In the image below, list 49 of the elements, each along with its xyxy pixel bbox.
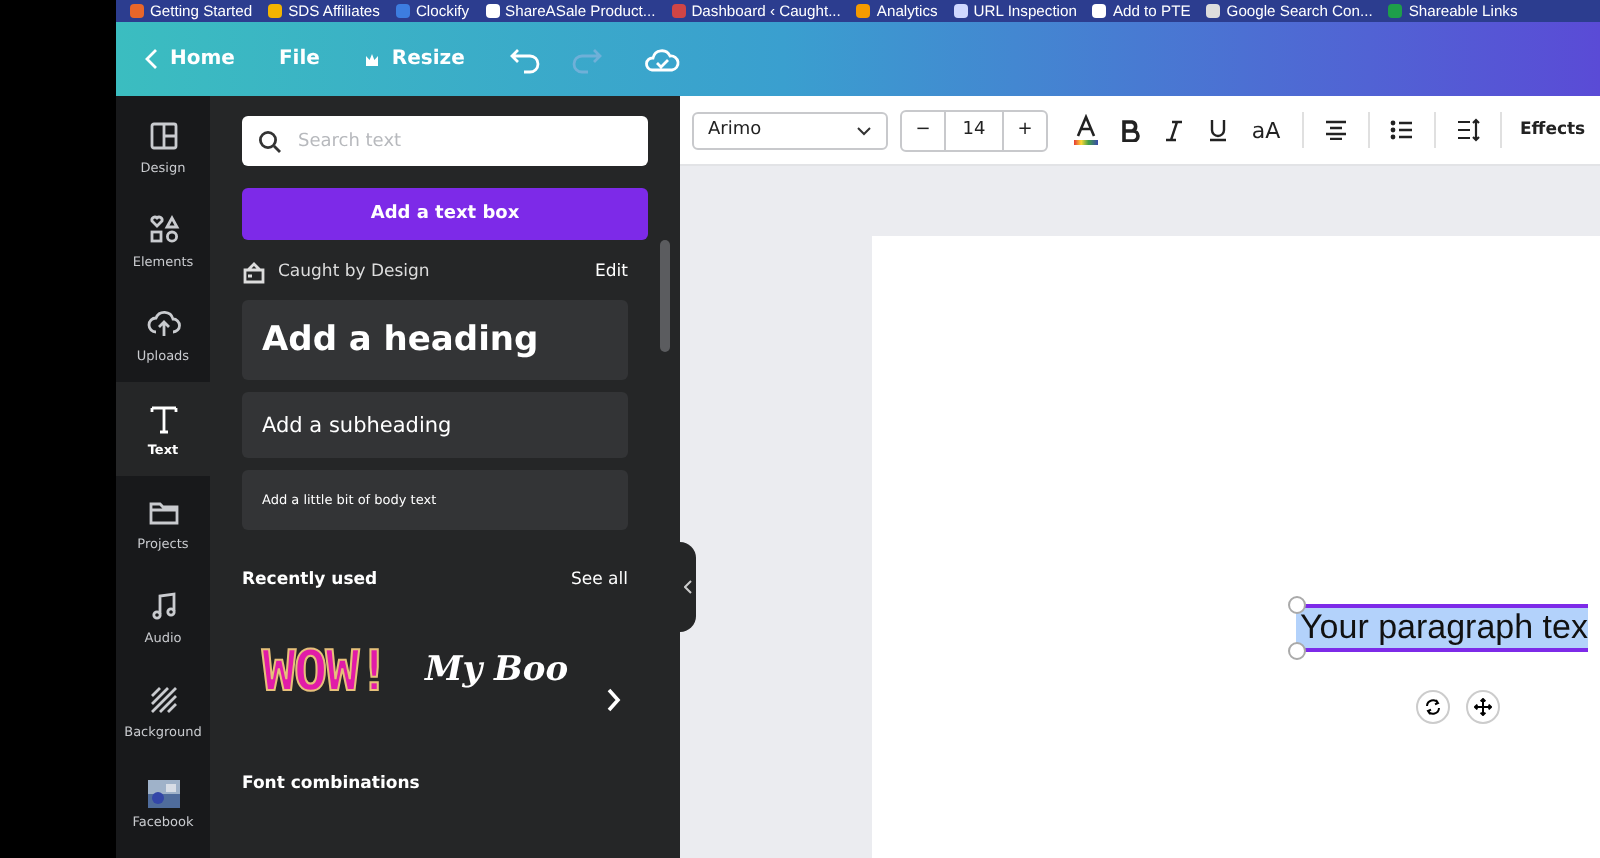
underline-icon [1208,118,1228,142]
heading-text-option[interactable]: Add a heading [242,300,628,380]
decrease-size-button[interactable]: − [902,120,944,140]
bookmark-icon [1092,4,1107,18]
elements-icon [145,212,181,248]
bulleted-list-icon [1390,120,1414,140]
font-dropdown[interactable]: Arimo [692,111,888,149]
font-preview[interactable]: My Boo [424,650,569,690]
bookmark-icon [1206,4,1221,18]
uploads-icon [145,306,181,342]
increase-size-button[interactable]: + [1004,120,1046,140]
bold-icon [1120,119,1140,141]
font-preview[interactable]: WOW! [262,637,389,703]
move-icon[interactable] [1474,698,1492,716]
brand-kit-icon [242,261,266,283]
bookmark-icon [268,4,283,18]
text-color-icon [1072,114,1100,146]
edit-link[interactable]: Edit [595,262,628,282]
italic-icon [1164,119,1184,141]
section-title: Recently used [242,570,378,590]
chevron-left-icon [684,580,692,594]
crown-icon [363,51,380,67]
caret-icon [856,125,872,135]
bookmark-icon [395,4,410,18]
bookmark-icon [485,4,500,18]
design-icon [145,118,181,154]
line-spacing-icon [1455,118,1481,142]
cloud-check-icon [644,45,681,73]
section-title: Font combinations [242,774,422,794]
bookmark-icon [1388,4,1403,18]
font-size-field[interactable]: 14 [944,111,1004,149]
collapse-panel-handle[interactable] [680,542,696,632]
bookmark-icon [953,4,968,18]
search-field[interactable]: Search text [242,116,648,166]
rotate-icon[interactable] [1424,698,1442,716]
letter-case-button[interactable]: aA [1240,110,1292,150]
bookmark-icon [671,4,686,18]
brand-kit-name: Caught by Design [278,262,430,282]
see-all-link[interactable]: See all [571,570,628,590]
subheading-text-option[interactable]: Add a subheading [242,392,628,458]
bookmark-icon [856,4,871,18]
search-input[interactable]: Search text [298,131,598,151]
bookmark-icon [130,4,144,18]
add-text-box-button[interactable]: Add a text box [242,188,648,240]
scrollbar[interactable] [660,240,670,352]
back-chevron-icon [144,48,158,70]
effects-button[interactable]: Effects [1512,120,1594,140]
align-center-icon [1324,120,1348,140]
search-icon [258,129,282,153]
